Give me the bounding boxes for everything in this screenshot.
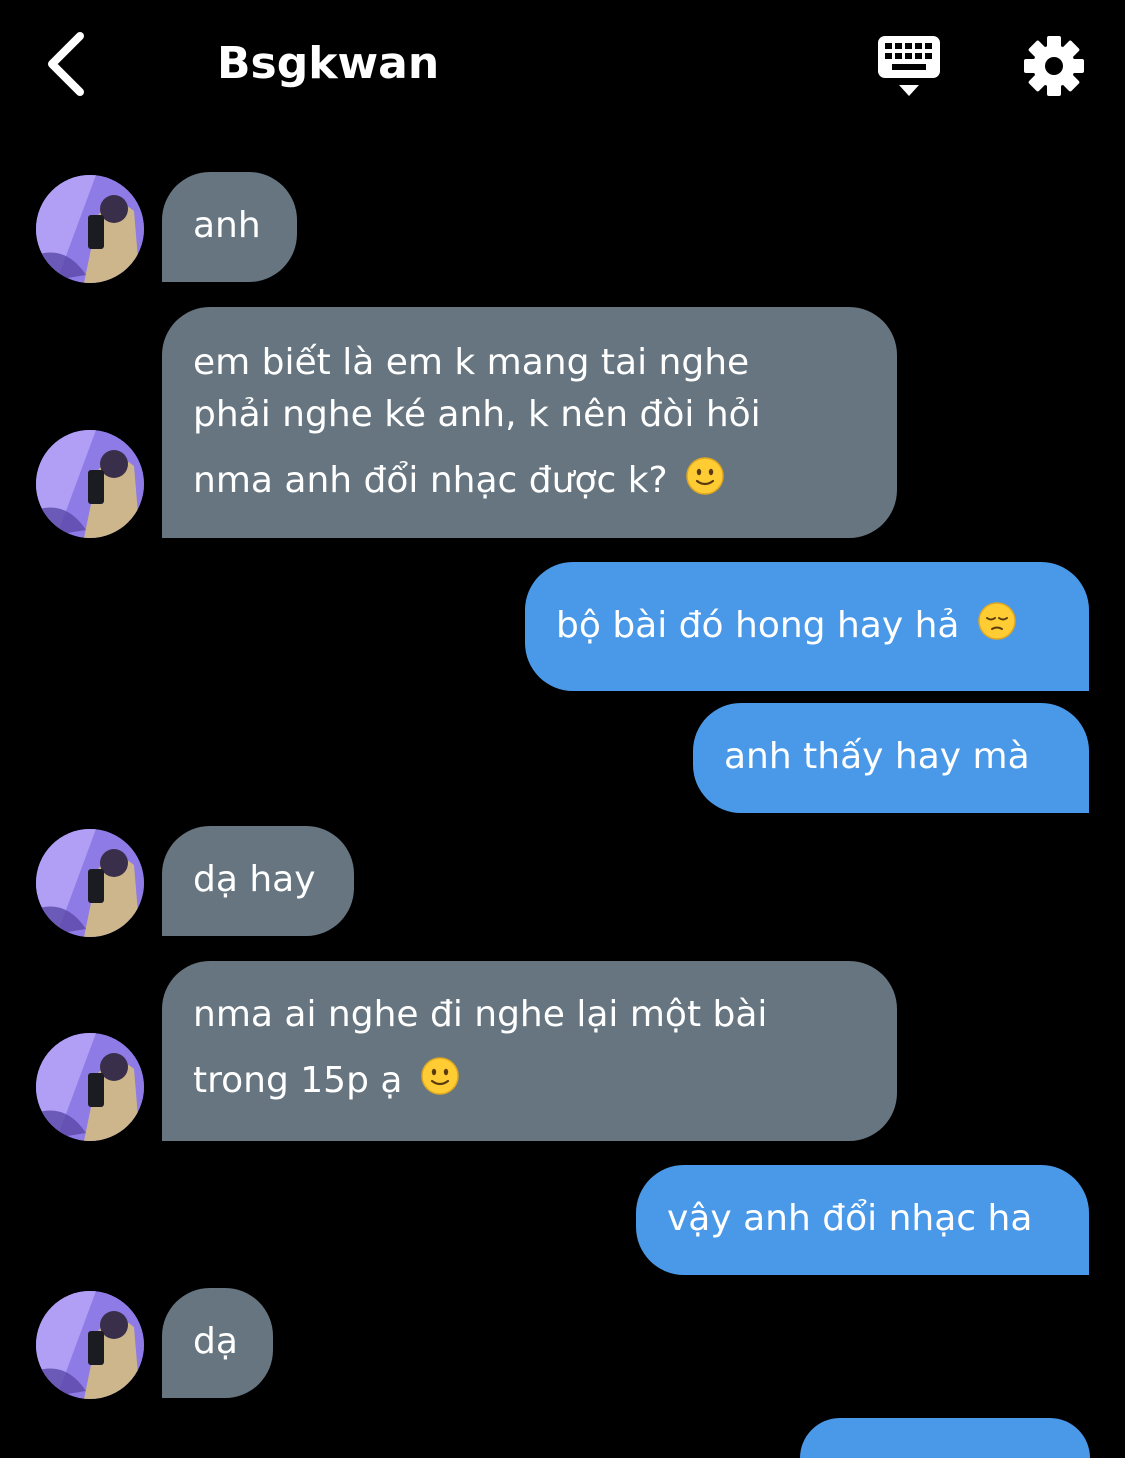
avatar[interactable]	[36, 430, 144, 538]
avatar[interactable]	[36, 829, 144, 937]
slightly-smiling-face-icon	[421, 1057, 459, 1095]
incoming-message-bubble[interactable]: dạ	[162, 1288, 273, 1398]
message-text: nma anh đổi nhạc được k?	[193, 460, 668, 501]
outgoing-message-bubble[interactable]: anh thấy hay mà	[693, 703, 1089, 813]
message-text: dạ	[193, 1321, 238, 1362]
profile-photo	[36, 829, 144, 937]
outgoing-message-bubble-partial[interactable]	[800, 1418, 1090, 1458]
message-text: trong 15p ạ	[193, 1060, 403, 1101]
slightly-smiling-face-icon	[686, 457, 724, 495]
profile-photo	[36, 430, 144, 538]
message-text: phải nghe ké anh, k nên đòi hỏi	[193, 394, 761, 435]
message-text: vậy anh đổi nhạc ha	[667, 1198, 1033, 1239]
chat-header: Bsgkwan	[0, 0, 1125, 130]
message-text: dạ hay	[193, 859, 316, 900]
incoming-message-bubble[interactable]: anh	[162, 172, 297, 282]
profile-photo	[36, 175, 144, 283]
outgoing-message-bubble[interactable]: bộ bài đó hong hay hả	[525, 562, 1089, 691]
back-button[interactable]	[30, 22, 100, 106]
keyboard-button[interactable]	[872, 30, 946, 102]
message-text: nma ai nghe đi nghe lại một bài	[193, 994, 768, 1035]
keyboard-icon	[878, 36, 940, 96]
pensive-face-icon	[978, 602, 1016, 640]
message-text: bộ bài đó hong hay hả	[556, 605, 960, 646]
avatar[interactable]	[36, 175, 144, 283]
message-text: anh	[193, 205, 261, 246]
settings-button[interactable]	[1018, 30, 1090, 102]
chevron-left-icon	[48, 32, 84, 96]
message-text: em biết là em k mang tai nghe	[193, 342, 750, 383]
conversation-title[interactable]: Bsgkwan	[217, 36, 439, 92]
gear-icon	[1024, 36, 1084, 96]
profile-photo	[36, 1033, 144, 1141]
profile-photo	[36, 1291, 144, 1399]
outgoing-message-bubble[interactable]: vậy anh đổi nhạc ha	[636, 1165, 1089, 1275]
incoming-message-bubble[interactable]: nma ai nghe đi nghe lại một bài trong 15…	[162, 961, 897, 1141]
message-text: anh thấy hay mà	[724, 736, 1030, 777]
incoming-message-bubble[interactable]: em biết là em k mang tai nghe phải nghe …	[162, 307, 897, 538]
incoming-message-bubble[interactable]: dạ hay	[162, 826, 354, 936]
avatar[interactable]	[36, 1291, 144, 1399]
avatar[interactable]	[36, 1033, 144, 1141]
